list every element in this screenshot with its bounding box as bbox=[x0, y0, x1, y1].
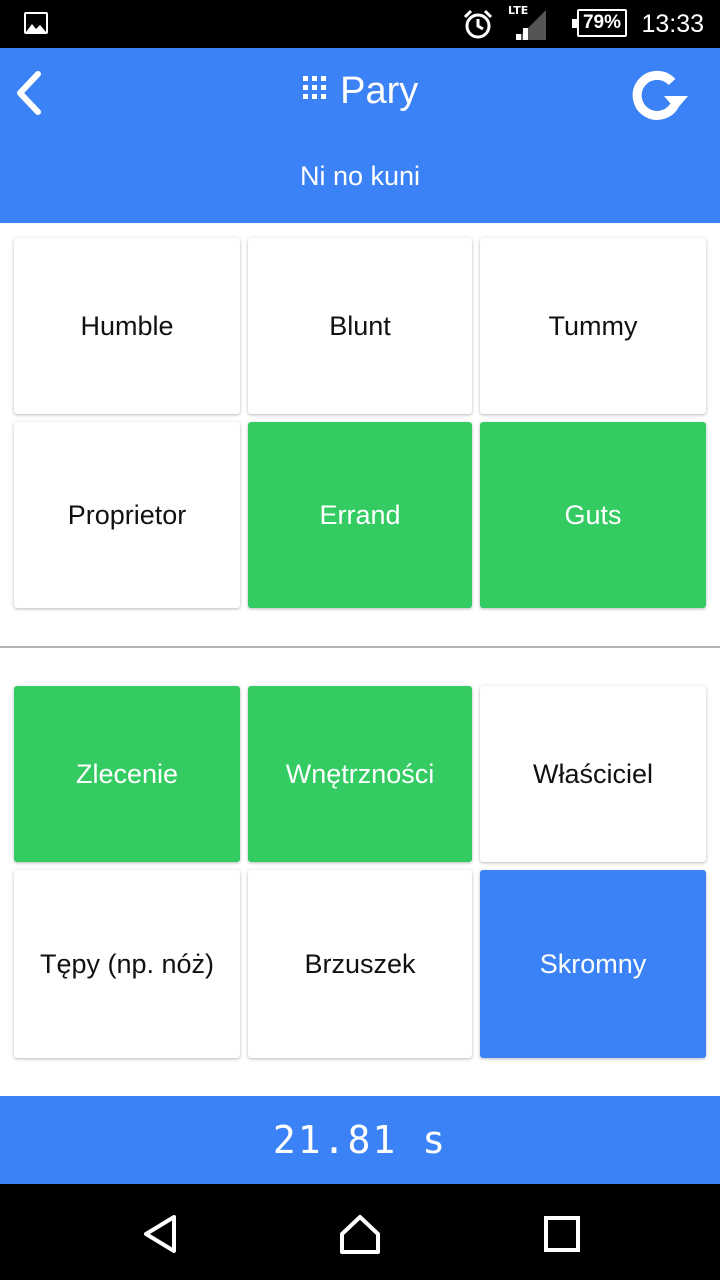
tile-label: Skromny bbox=[539, 948, 647, 979]
system-nav-bar bbox=[0, 1184, 720, 1280]
signal-icon bbox=[516, 10, 546, 40]
deck-name: Ni no kuni bbox=[299, 161, 421, 191]
clock: 13:33 bbox=[641, 10, 704, 38]
word-tile-skromny-selected[interactable]: Skromny bbox=[480, 870, 706, 1058]
word-tile-blunt[interactable]: Blunt bbox=[248, 238, 472, 414]
divider bbox=[0, 646, 720, 648]
word-tile-zlecenie-matched[interactable]: Zlecenie bbox=[14, 686, 240, 862]
tile-label: Tummy bbox=[548, 310, 638, 341]
status-bar: LTE 79% 13:33 bbox=[0, 0, 720, 48]
tile-label: Tępy (np. nóż) bbox=[39, 948, 215, 979]
word-tile-guts-matched[interactable]: Guts bbox=[480, 422, 706, 608]
battery-level: 79% bbox=[582, 12, 621, 33]
grid-icon bbox=[302, 76, 326, 99]
tile-label: Zlecenie bbox=[75, 758, 179, 789]
tile-label: Errand bbox=[319, 499, 401, 530]
word-tile-errand-matched[interactable]: Errand bbox=[248, 422, 472, 608]
word-tile-humble[interactable]: Humble bbox=[14, 238, 240, 414]
word-tile-tepy[interactable]: Tępy (np. nóż) bbox=[14, 870, 240, 1058]
battery-icon: 79% bbox=[572, 9, 627, 37]
word-tile-tummy[interactable]: Tummy bbox=[480, 238, 706, 414]
title-area: Pary bbox=[0, 66, 720, 116]
tile-label: Humble bbox=[80, 310, 174, 341]
tile-label: Guts bbox=[564, 499, 622, 530]
tile-label: Blunt bbox=[329, 310, 391, 341]
timer-bar: 21.81 s bbox=[0, 1096, 720, 1184]
recents-icon[interactable] bbox=[540, 1212, 584, 1256]
word-tile-wlasciciel[interactable]: Właściciel bbox=[480, 686, 706, 862]
back-triangle-icon[interactable] bbox=[138, 1212, 182, 1256]
app-header: Pary Ni no kuni bbox=[0, 48, 720, 223]
elapsed-timer: 21.81 s bbox=[272, 1118, 448, 1162]
home-icon[interactable] bbox=[338, 1212, 382, 1256]
gallery-icon bbox=[24, 12, 48, 34]
word-tile-proprietor[interactable]: Proprietor bbox=[14, 422, 240, 608]
tile-label: Właściciel bbox=[532, 758, 653, 789]
tile-label: Wnętrzności bbox=[285, 758, 435, 789]
alarm-icon bbox=[463, 9, 493, 39]
tile-label: Proprietor bbox=[67, 499, 187, 530]
tile-label: Brzuszek bbox=[304, 948, 416, 979]
word-tile-wnetrznosci-matched[interactable]: Wnętrzności bbox=[248, 686, 472, 862]
word-tile-brzuszek[interactable]: Brzuszek bbox=[248, 870, 472, 1058]
page-title: Pary bbox=[340, 70, 419, 112]
refresh-icon[interactable] bbox=[628, 68, 690, 124]
